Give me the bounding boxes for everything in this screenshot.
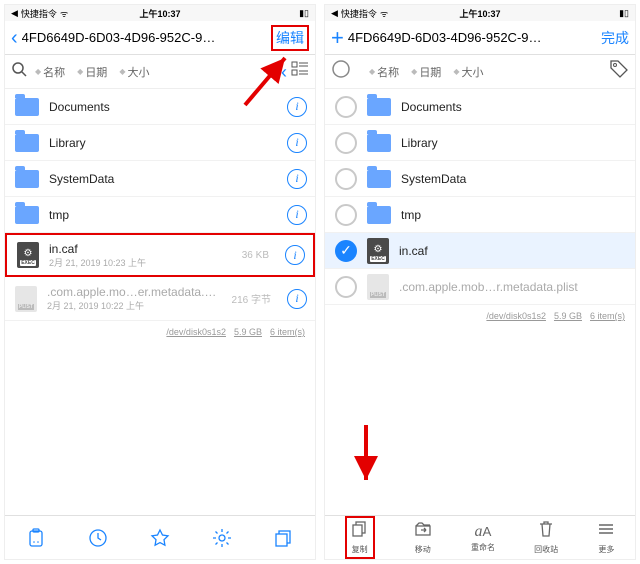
file-size: 216 字节	[232, 291, 271, 306]
status-time: 上午10:37	[139, 7, 180, 20]
info-icon[interactable]: i	[287, 133, 307, 153]
rename-icon: aA	[475, 523, 492, 541]
add-icon[interactable]: +	[331, 27, 344, 49]
wifi-icon: ᯤ	[380, 7, 388, 20]
folder-icon	[367, 98, 391, 116]
list-item[interactable]: SystemData	[325, 161, 635, 197]
history-back-icon[interactable]: ‹	[281, 63, 287, 81]
checkbox-off-icon[interactable]	[335, 132, 357, 154]
back-app-label[interactable]: 快捷指令	[341, 7, 377, 20]
info-icon[interactable]: i	[287, 97, 307, 117]
trash-button[interactable]: 回收站	[534, 520, 558, 555]
list-item[interactable]: tmpi	[5, 197, 315, 233]
folder-icon	[15, 206, 39, 224]
checkbox-off-icon[interactable]	[335, 276, 357, 298]
trash-icon	[537, 520, 555, 543]
move-button[interactable]: 移动	[414, 520, 432, 555]
list-item[interactable]: SystemDatai	[5, 161, 315, 197]
list-item[interactable]: PLIST .com.apple.mob…r.metadata.plist	[325, 269, 635, 305]
grid-view-icon[interactable]	[291, 60, 309, 83]
list-item[interactable]: PLIST .com.apple.mo…er.metadata.plist2月 …	[5, 277, 315, 321]
tag-icon[interactable]	[609, 59, 629, 84]
sort-size[interactable]: ◆大小	[115, 64, 153, 80]
wifi-icon: ᯤ	[60, 7, 68, 20]
status-bar: ◀ 快捷指令 ᯤ 上午10:37 ▮▯	[5, 5, 315, 21]
sort-date[interactable]: ◆日期	[407, 64, 445, 80]
list-item[interactable]: Libraryi	[5, 125, 315, 161]
nav-bar: ‹ 4FD6649D-6D03-4D96-952C-9… 编辑	[5, 21, 315, 55]
nav-title: 4FD6649D-6D03-4D96-952C-9…	[348, 30, 597, 45]
back-app-chevron-icon[interactable]: ◀	[11, 8, 18, 19]
bottom-tabbar	[5, 515, 315, 559]
windows-tab-icon[interactable]	[274, 528, 294, 548]
right-phone: ◀ 快捷指令 ᯤ 上午10:37 ▮▯ + 4FD6649D-6D03-4D96…	[324, 4, 636, 560]
done-button[interactable]: 完成	[601, 28, 629, 48]
plist-file-icon: PLIST	[367, 274, 389, 300]
copy-button[interactable]: 复制	[345, 516, 375, 559]
left-phone: ◀ 快捷指令 ᯤ 上午10:37 ▮▯ ‹ 4FD6649D-6D03-4D96…	[4, 4, 316, 560]
folder-icon	[15, 98, 39, 116]
select-all-circle-icon[interactable]	[331, 59, 351, 84]
list-item[interactable]: Documentsi	[5, 89, 315, 125]
info-icon[interactable]: i	[285, 245, 305, 265]
info-icon[interactable]: i	[287, 205, 307, 225]
checkbox-off-icon[interactable]	[335, 168, 357, 190]
nav-title: 4FD6649D-6D03-4D96-952C-9…	[22, 30, 267, 45]
sort-toolbar: ◆名称 ◆日期 ◆大小	[325, 55, 635, 89]
search-icon[interactable]	[11, 61, 27, 82]
exec-file-icon: ⚙EXEC	[17, 242, 39, 268]
list-item[interactable]: tmp	[325, 197, 635, 233]
folder-icon	[15, 170, 39, 188]
recent-tab-icon[interactable]	[88, 528, 108, 548]
battery-icon: ▮▯	[619, 8, 629, 19]
checkbox-off-icon[interactable]	[335, 204, 357, 226]
move-icon	[414, 520, 432, 543]
nav-bar: + 4FD6649D-6D03-4D96-952C-9… 完成	[325, 21, 635, 55]
more-button[interactable]: 更多	[597, 520, 615, 555]
info-icon[interactable]: i	[287, 289, 307, 309]
clipboard-tab-icon[interactable]	[26, 528, 46, 548]
list-item[interactable]: ✓ ⚙EXEC in.caf	[325, 233, 635, 269]
footer-info: /dev/disk0s1s25.9 GB6 item(s)	[5, 321, 315, 343]
checkbox-off-icon[interactable]	[335, 96, 357, 118]
back-app-chevron-icon[interactable]: ◀	[331, 8, 338, 19]
list-item[interactable]: Documents	[325, 89, 635, 125]
exec-file-icon: ⚙EXEC	[367, 238, 389, 264]
status-bar: ◀ 快捷指令 ᯤ 上午10:37 ▮▯	[325, 5, 635, 21]
sort-date[interactable]: ◆日期	[73, 64, 111, 80]
status-time: 上午10:37	[459, 7, 500, 20]
file-size: 36 KB	[242, 250, 269, 261]
sort-name[interactable]: ◆名称	[365, 64, 403, 80]
checkbox-on-icon[interactable]: ✓	[335, 240, 357, 262]
battery-icon: ▮▯	[299, 8, 309, 19]
back-chevron-icon[interactable]: ‹	[11, 28, 18, 48]
file-list: Documentsi Libraryi SystemDatai tmpi ⚙EX…	[5, 89, 315, 515]
rename-button[interactable]: aA重命名	[471, 523, 495, 553]
folder-icon	[15, 134, 39, 152]
footer-info: /dev/disk0s1s25.9 GB6 item(s)	[325, 305, 635, 327]
list-item[interactable]: Library	[325, 125, 635, 161]
folder-icon	[367, 134, 391, 152]
edit-button[interactable]: 编辑	[271, 25, 309, 51]
info-icon[interactable]: i	[287, 169, 307, 189]
action-bar: 复制 移动 aA重命名 回收站 更多	[325, 515, 635, 559]
plist-file-icon: PLIST	[15, 286, 37, 312]
folder-icon	[367, 170, 391, 188]
list-item[interactable]: ⚙EXEC in.caf2月 21, 2019 10:23 上午 36 KB i	[5, 233, 315, 277]
favorites-tab-icon[interactable]	[150, 528, 170, 548]
sort-size[interactable]: ◆大小	[449, 64, 487, 80]
copy-icon	[351, 520, 369, 543]
more-icon	[597, 520, 615, 543]
file-list: Documents Library SystemData tmp ✓ ⚙EXEC…	[325, 89, 635, 515]
back-app-label[interactable]: 快捷指令	[21, 7, 57, 20]
sort-toolbar: ◆名称 ◆日期 ◆大小 ‹	[5, 55, 315, 89]
sort-name[interactable]: ◆名称	[31, 64, 69, 80]
folder-icon	[367, 206, 391, 224]
settings-tab-icon[interactable]	[212, 528, 232, 548]
